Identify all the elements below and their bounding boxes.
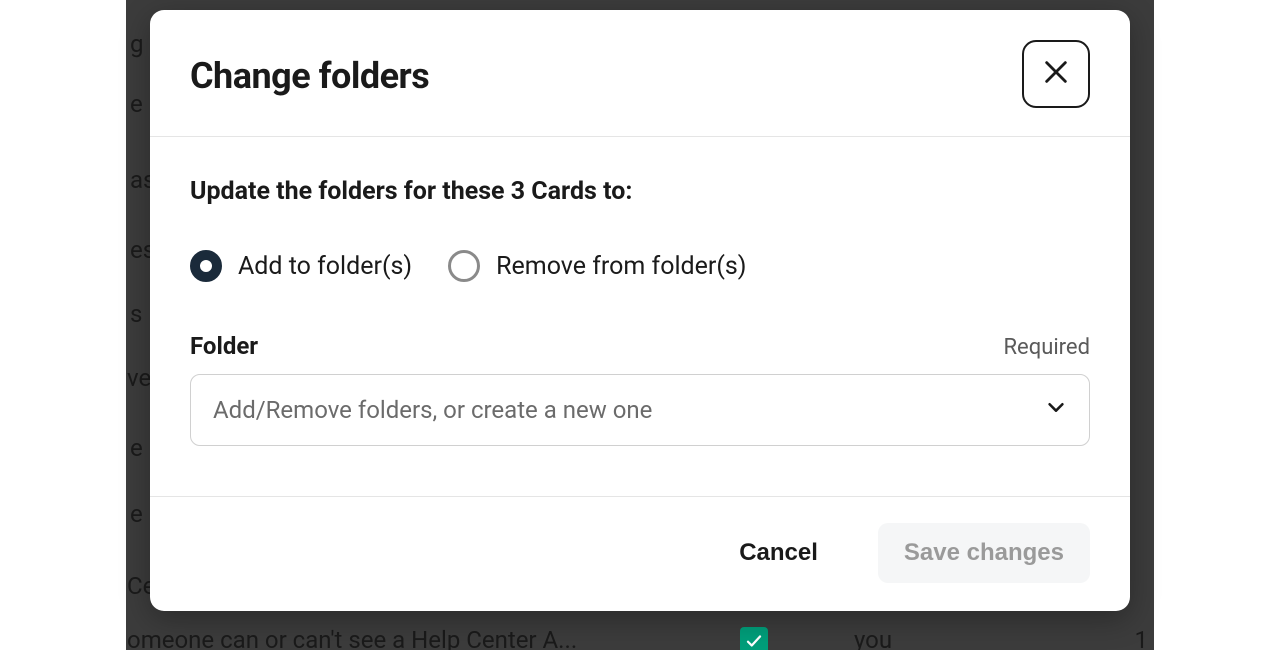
- modal-body: Update the folders for these 3 Cards to:…: [150, 137, 1130, 496]
- close-button[interactable]: [1022, 40, 1090, 108]
- checkmark-icon: [740, 627, 768, 650]
- radio-unselected-icon: [448, 250, 480, 282]
- radio-label: Add to folder(s): [238, 252, 412, 281]
- close-icon: [1042, 58, 1070, 90]
- bg-text: s: [130, 300, 142, 328]
- modal-footer: Cancel Save changes: [150, 496, 1130, 611]
- modal-title: Change folders: [190, 55, 429, 97]
- radio-selected-icon: [190, 250, 222, 282]
- folder-field-required: Required: [1003, 335, 1090, 360]
- bg-text: omeone can or can't see a Help Center A.…: [127, 626, 577, 650]
- radio-remove-from-folders[interactable]: Remove from folder(s): [448, 250, 746, 282]
- save-changes-button[interactable]: Save changes: [878, 523, 1090, 583]
- radio-label: Remove from folder(s): [496, 252, 746, 281]
- radio-group: Add to folder(s) Remove from folder(s): [190, 250, 1090, 282]
- modal-subhead: Update the folders for these 3 Cards to:: [190, 177, 1090, 206]
- folder-field-header: Folder Required: [190, 332, 1090, 360]
- folder-field-label: Folder: [190, 332, 258, 360]
- bg-text: ve: [127, 364, 151, 392]
- radio-add-to-folders[interactable]: Add to folder(s): [190, 250, 412, 282]
- change-folders-modal: Change folders Update the folders for th…: [150, 10, 1130, 611]
- folder-select[interactable]: Add/Remove folders, or create a new one: [190, 374, 1090, 446]
- bg-text: 1: [1135, 626, 1149, 650]
- bg-text: you: [854, 626, 892, 650]
- chevron-down-icon: [1045, 396, 1067, 424]
- bg-text: g: [130, 30, 143, 58]
- folder-select-placeholder: Add/Remove folders, or create a new one: [213, 396, 652, 424]
- bg-text: e: [130, 434, 143, 462]
- cancel-button[interactable]: Cancel: [713, 523, 844, 583]
- bg-text: e: [130, 500, 143, 528]
- viewport: g e C as es s ve e e Ce omeone can or ca…: [0, 0, 1280, 650]
- modal-header: Change folders: [150, 10, 1130, 137]
